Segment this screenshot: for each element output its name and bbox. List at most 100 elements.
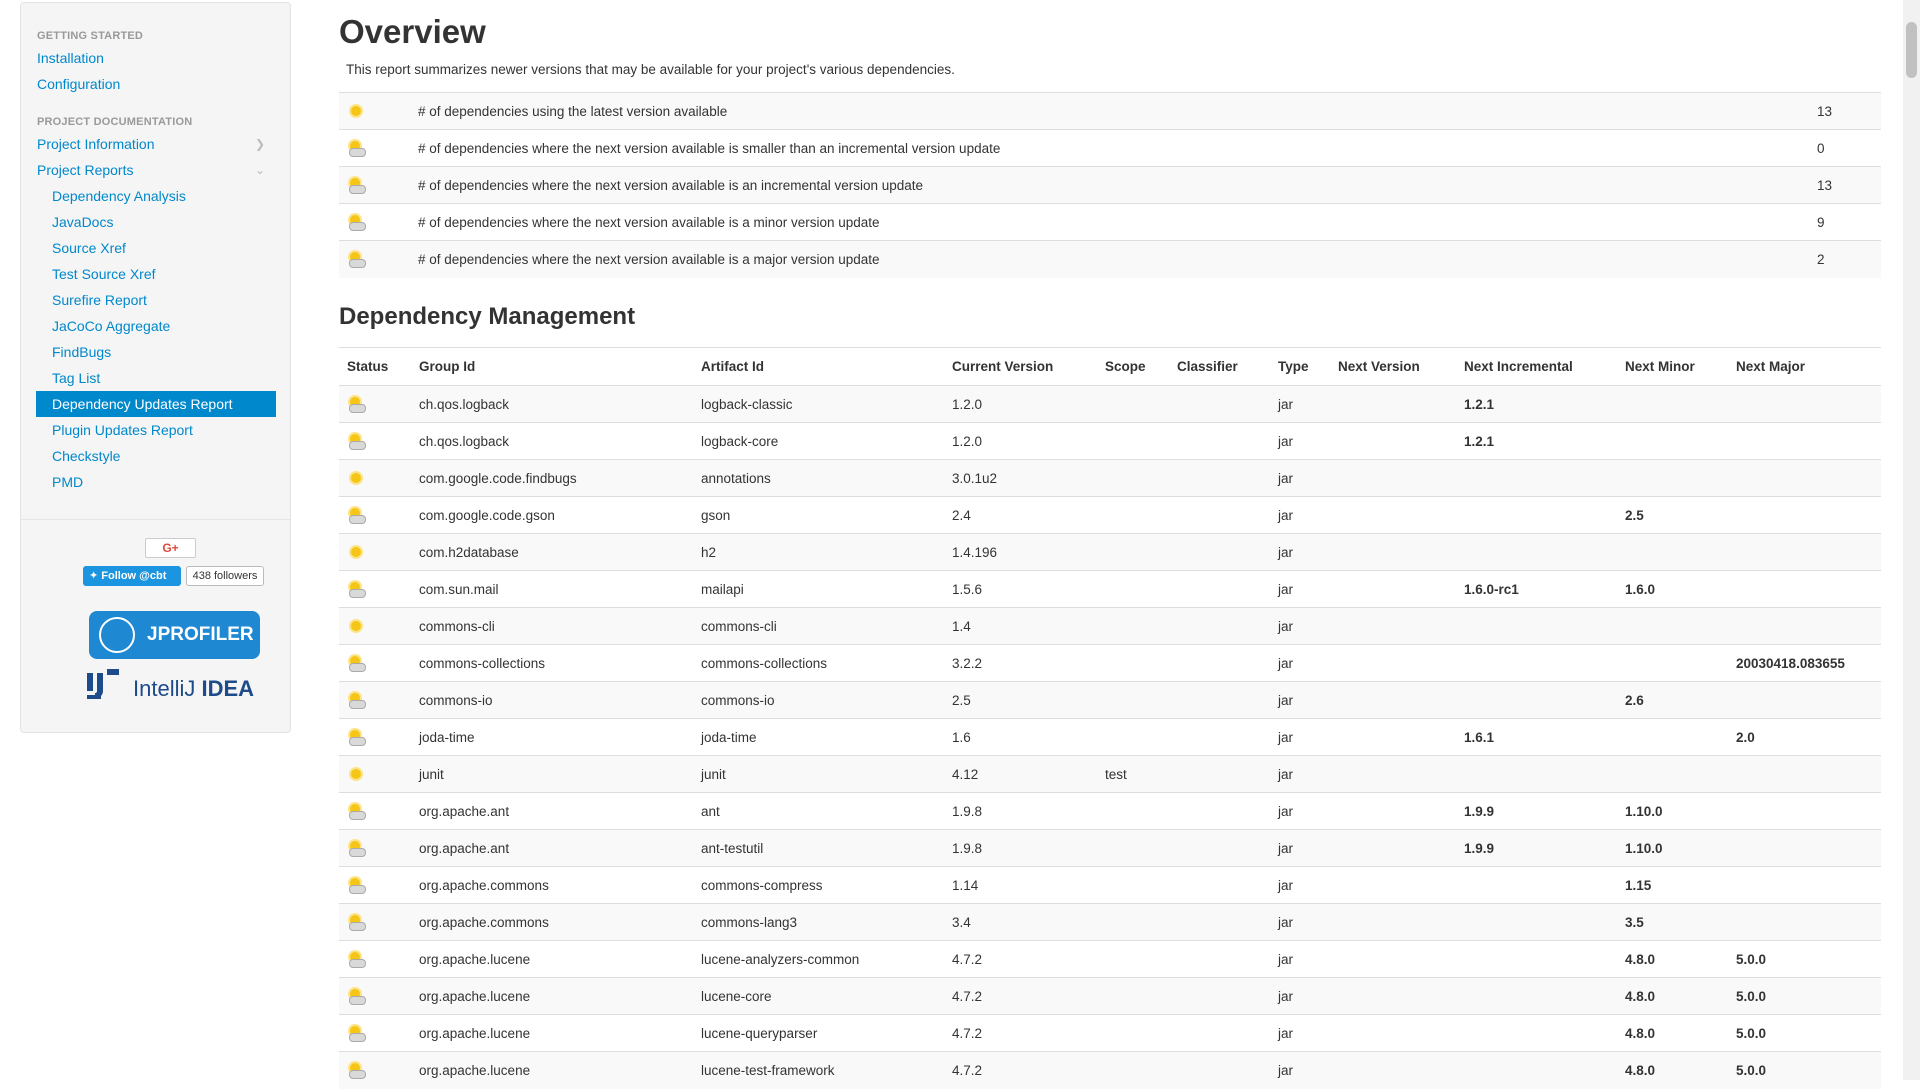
- type-cell: jar: [1270, 940, 1330, 978]
- next-cell: [1330, 829, 1456, 867]
- minor-cell: 4.8.0: [1617, 940, 1728, 978]
- major-cell: [1728, 570, 1881, 608]
- major-cell: 5.0.0: [1728, 977, 1881, 1015]
- incremental-cell: 1.2.1: [1456, 385, 1617, 423]
- classifier-cell: [1169, 940, 1270, 978]
- sidebar-item-javadocs[interactable]: JavaDocs: [36, 209, 275, 235]
- status-cell: [339, 940, 411, 978]
- minor-cell: [1617, 533, 1728, 571]
- type-cell: jar: [1270, 607, 1330, 645]
- current-cell: 1.14: [944, 866, 1097, 904]
- column-header-next-major: Next Major: [1728, 347, 1881, 386]
- current-cell: 4.7.2: [944, 940, 1097, 978]
- minor-cell: [1617, 385, 1728, 423]
- twitter-followers-count[interactable]: 438 followers: [186, 566, 264, 586]
- table-row: # of dependencies where the next version…: [339, 129, 1881, 167]
- major-cell: 2.0: [1728, 718, 1881, 756]
- report-items-list: Dependency Analysis JavaDocs Source Xref Te…: [36, 183, 276, 495]
- classifier-cell: [1169, 903, 1270, 941]
- overview-label: # of dependencies using the latest versi…: [418, 92, 1817, 130]
- major-cell: [1728, 866, 1881, 904]
- scrollbar-thumb[interactable]: [1906, 22, 1917, 78]
- sidebar-item-dependency-updates-report[interactable]: Dependency Updates Report: [36, 391, 276, 417]
- artifact-cell: lucene-test-framework: [693, 1051, 944, 1089]
- scope-cell: [1097, 533, 1169, 571]
- sidebar-item-dependency-analysis[interactable]: Dependency Analysis: [36, 183, 275, 209]
- classifier-cell: [1169, 1051, 1270, 1089]
- scope-cell: [1097, 644, 1169, 682]
- major-cell: [1728, 607, 1881, 645]
- twitter-follow-button[interactable]: ✦ Follow @cbt: [83, 566, 181, 586]
- artifact-cell: logback-classic: [693, 385, 944, 423]
- cloud-sun-icon: [347, 914, 366, 932]
- sidebar-item-project-reports[interactable]: Project Reports ⌄: [36, 157, 275, 183]
- column-header-current-version: Current Version: [944, 347, 1097, 386]
- next-cell: [1330, 496, 1456, 534]
- scope-cell: [1097, 829, 1169, 867]
- overview-description: This report summarizes newer versions th…: [346, 62, 955, 77]
- incremental-cell: [1456, 866, 1617, 904]
- google-plus-button[interactable]: G+: [145, 538, 196, 558]
- incremental-cell: 1.2.1: [1456, 422, 1617, 460]
- incremental-cell: [1456, 496, 1617, 534]
- status-cell: [339, 166, 418, 204]
- current-cell: 1.5.6: [944, 570, 1097, 608]
- sidebar-item-surefire-report[interactable]: Surefire Report: [36, 287, 275, 313]
- sidebar-item-source-xref[interactable]: Source Xref: [36, 235, 275, 261]
- sidebar-item-findbugs[interactable]: FindBugs: [36, 339, 275, 365]
- current-cell: 2.4: [944, 496, 1097, 534]
- minor-cell: [1617, 607, 1728, 645]
- sidebar-item-configuration[interactable]: Configuration: [36, 71, 275, 97]
- cloud-sun-icon: [347, 1062, 366, 1080]
- table-row: commons-collections commons-collections 3.…: [339, 644, 1881, 682]
- current-cell: 1.4: [944, 607, 1097, 645]
- sidebar-item-checkstyle[interactable]: Checkstyle: [36, 443, 275, 469]
- artifact-cell: ant: [693, 792, 944, 830]
- sidebar-item-plugin-updates-report[interactable]: Plugin Updates Report: [36, 417, 275, 443]
- sidebar-item-project-information[interactable]: Project Information ❯: [36, 131, 275, 157]
- jprofiler-logo-link[interactable]: JPROFILER: [89, 611, 260, 659]
- sidebar-item-test-source-xref[interactable]: Test Source Xref: [36, 261, 275, 287]
- incremental-cell: [1456, 681, 1617, 719]
- incremental-cell: [1456, 459, 1617, 497]
- minor-cell: 1.6.0: [1617, 570, 1728, 608]
- table-row: # of dependencies where the next version…: [339, 240, 1881, 278]
- table-header-row: Status Group Id Artifact Id Current Version…: [339, 347, 1881, 386]
- type-cell: jar: [1270, 644, 1330, 682]
- overview-table: # of dependencies using the latest versi…: [339, 92, 1881, 278]
- overview-label: # of dependencies where the next version…: [418, 166, 1817, 204]
- group-cell: org.apache.lucene: [411, 1051, 693, 1089]
- scope-cell: [1097, 607, 1169, 645]
- minor-cell: 1.10.0: [1617, 829, 1728, 867]
- status-cell: [339, 792, 411, 830]
- minor-cell: 1.15: [1617, 866, 1728, 904]
- incremental-cell: 1.9.9: [1456, 829, 1617, 867]
- major-cell: 20030418.083655: [1728, 644, 1881, 682]
- sidebar-item-jacoco-aggregate[interactable]: JaCoCo Aggregate: [36, 313, 275, 339]
- vertical-scrollbar[interactable]: [1903, 0, 1920, 1080]
- intellij-idea-logo-link[interactable]: IntelliJ IDEA: [87, 667, 267, 707]
- major-cell: [1728, 385, 1881, 423]
- group-cell: com.google.code.findbugs: [411, 459, 693, 497]
- major-cell: 5.0.0: [1728, 1051, 1881, 1089]
- group-cell: org.apache.commons: [411, 866, 693, 904]
- scope-cell: [1097, 903, 1169, 941]
- incremental-cell: [1456, 903, 1617, 941]
- artifact-cell: annotations: [693, 459, 944, 497]
- minor-cell: 2.5: [1617, 496, 1728, 534]
- next-cell: [1330, 866, 1456, 904]
- minor-cell: 4.8.0: [1617, 1051, 1728, 1089]
- status-cell: [339, 829, 411, 867]
- overview-count: 13: [1817, 92, 1881, 130]
- sidebar-item-tag-list[interactable]: Tag List: [36, 365, 275, 391]
- minor-cell: 4.8.0: [1617, 977, 1728, 1015]
- column-header-group-id: Group Id: [411, 347, 693, 386]
- status-cell: [339, 240, 418, 278]
- incremental-cell: [1456, 644, 1617, 682]
- next-cell: [1330, 792, 1456, 830]
- table-row: org.apache.lucene lucene-test-framework 4.…: [339, 1051, 1881, 1089]
- sidebar-item-pmd[interactable]: PMD: [36, 469, 275, 495]
- sidebar-item-installation[interactable]: Installation: [36, 45, 275, 71]
- table-row: com.sun.mail mailapi 1.5.6 jar 1.6.0-rc1 1.6.…: [339, 570, 1881, 608]
- major-cell: [1728, 755, 1881, 793]
